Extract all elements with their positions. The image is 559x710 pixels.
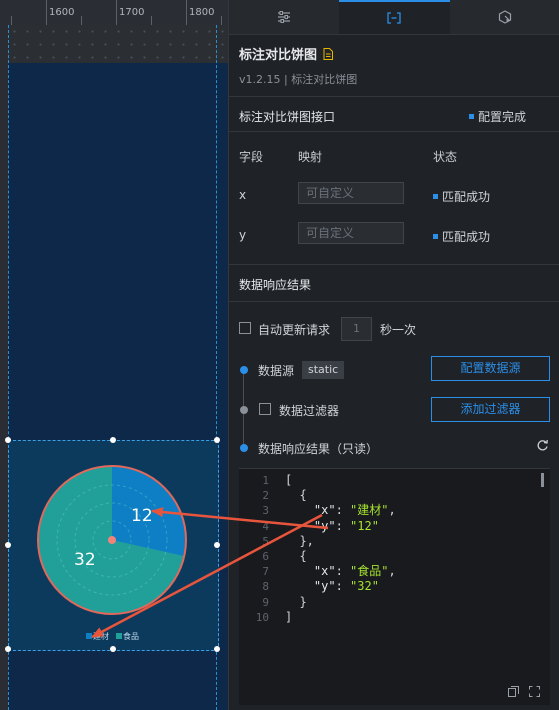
divider xyxy=(229,301,559,302)
status-dot-icon xyxy=(433,194,438,199)
json-value-x-0: 建材 xyxy=(357,503,382,518)
json-result-editor[interactable]: 1 2 3 4 5 6 7 8 9 10 [ { "x": "建材", "y":… xyxy=(239,468,550,705)
status-dot-icon xyxy=(433,234,438,239)
legend-swatch-jiancai xyxy=(86,633,92,639)
divider xyxy=(229,264,559,265)
resize-handle-top-right[interactable] xyxy=(214,437,220,443)
auto-update-label: 自动更新请求 xyxy=(258,323,331,337)
datasource-type-tag: static xyxy=(302,361,345,379)
interface-status: 配置完成 xyxy=(469,108,526,125)
legend-swatch-shipin xyxy=(116,633,122,639)
line-numbers: 1 2 3 4 5 6 7 8 9 10 xyxy=(239,473,269,625)
interaction-icon xyxy=(498,10,511,24)
response-title: 数据响应结果 xyxy=(239,278,312,292)
configure-datasource-button[interactable]: 配置数据源 xyxy=(431,356,550,381)
step-dot-filter xyxy=(240,406,248,414)
status-dot-icon xyxy=(469,114,474,119)
field-status-y: 匹配成功 xyxy=(433,228,490,245)
component-title: 标注对比饼图 xyxy=(239,48,318,63)
datasource-label: 数据源 xyxy=(258,364,295,378)
json-value-x-1: 食品 xyxy=(357,564,382,579)
legend-label-jiancai[interactable]: 建材 xyxy=(93,631,109,641)
resize-handle-top-left[interactable] xyxy=(5,437,11,443)
legend-label-shipin[interactable]: 食品 xyxy=(123,631,139,641)
line-number: 5 xyxy=(262,534,269,548)
add-filter-button[interactable]: 添加过滤器 xyxy=(431,397,550,422)
resize-handle-bottom-right[interactable] xyxy=(214,646,220,652)
line-number: 7 xyxy=(262,565,269,579)
resize-handle-left[interactable] xyxy=(5,542,11,548)
interval-input[interactable]: 1 xyxy=(341,317,372,341)
tab-style[interactable] xyxy=(229,0,339,34)
interface-title: 标注对比饼图接口 xyxy=(239,110,336,124)
sliders-icon xyxy=(278,11,291,23)
line-number: 3 xyxy=(262,504,269,518)
panel-tabs xyxy=(229,0,559,35)
resize-handle-bottom-left[interactable] xyxy=(5,646,11,652)
divider xyxy=(229,131,559,132)
pie-center-dot xyxy=(108,536,116,544)
copy-icon[interactable] xyxy=(508,686,519,697)
field-name-y: y xyxy=(239,228,247,242)
filter-label: 数据过滤器 xyxy=(279,404,340,418)
pie-chart[interactable]: 12 32 建材 食品 xyxy=(0,0,228,710)
line-number: 4 xyxy=(262,519,269,533)
result-label: 数据响应结果（只读） xyxy=(258,442,379,456)
field-status-x-text: 匹配成功 xyxy=(442,190,491,204)
step-dot-datasource xyxy=(240,366,248,374)
editor-scrollbar[interactable] xyxy=(541,473,544,487)
fullscreen-icon[interactable] xyxy=(529,686,540,697)
line-number: 9 xyxy=(262,595,269,609)
line-number: 8 xyxy=(262,580,269,594)
field-name-x: x xyxy=(239,188,247,202)
refresh-icon[interactable] xyxy=(536,439,549,452)
column-header-field: 字段 xyxy=(239,150,264,164)
line-number: 10 xyxy=(255,610,269,624)
component-version: v1.2.15 | 标注对比饼图 xyxy=(239,73,358,86)
data-bracket-icon xyxy=(387,12,402,24)
resize-handle-top[interactable] xyxy=(110,437,116,443)
line-number: 2 xyxy=(262,489,269,503)
editor-toolbar xyxy=(508,686,540,697)
filter-checkbox[interactable] xyxy=(259,403,271,415)
line-number: 1 xyxy=(262,474,269,487)
column-header-mapping: 映射 xyxy=(298,150,323,164)
column-header-status: 状态 xyxy=(433,150,458,164)
design-canvas[interactable]: 1600 1700 1800 12 32 建材 食品 xyxy=(0,0,228,710)
mapping-input-y[interactable]: 可自定义 xyxy=(298,222,404,244)
document-icon[interactable] xyxy=(323,47,334,60)
json-value-y-0: 12 xyxy=(357,518,372,533)
component-header: 标注对比饼图 v1.2.15 | 标注对比饼图 xyxy=(239,44,357,87)
interface-status-text: 配置完成 xyxy=(478,110,527,124)
pie-label-shipin: 32 xyxy=(74,550,96,570)
field-status-x: 匹配成功 xyxy=(433,188,490,205)
field-status-y-text: 匹配成功 xyxy=(442,230,491,244)
config-panel: 标注对比饼图 v1.2.15 | 标注对比饼图 标注对比饼图接口 配置完成 字段… xyxy=(228,0,559,710)
resize-handle-right[interactable] xyxy=(214,542,220,548)
json-code: [ { "x": "建材", "y": "12" }, { "x": "食品",… xyxy=(285,473,396,624)
pie-label-jiancai: 12 xyxy=(131,506,153,526)
mapping-input-x[interactable]: 可自定义 xyxy=(298,182,404,204)
interval-unit: 秒一次 xyxy=(380,323,417,337)
tab-data[interactable] xyxy=(339,0,450,34)
line-number: 6 xyxy=(262,549,269,563)
step-dot-result xyxy=(240,444,248,452)
auto-update-checkbox[interactable] xyxy=(239,322,251,334)
resize-handle-bottom[interactable] xyxy=(110,646,116,652)
json-value-y-1: 32 xyxy=(357,579,372,594)
divider xyxy=(229,96,559,97)
tab-interaction[interactable] xyxy=(450,0,559,34)
